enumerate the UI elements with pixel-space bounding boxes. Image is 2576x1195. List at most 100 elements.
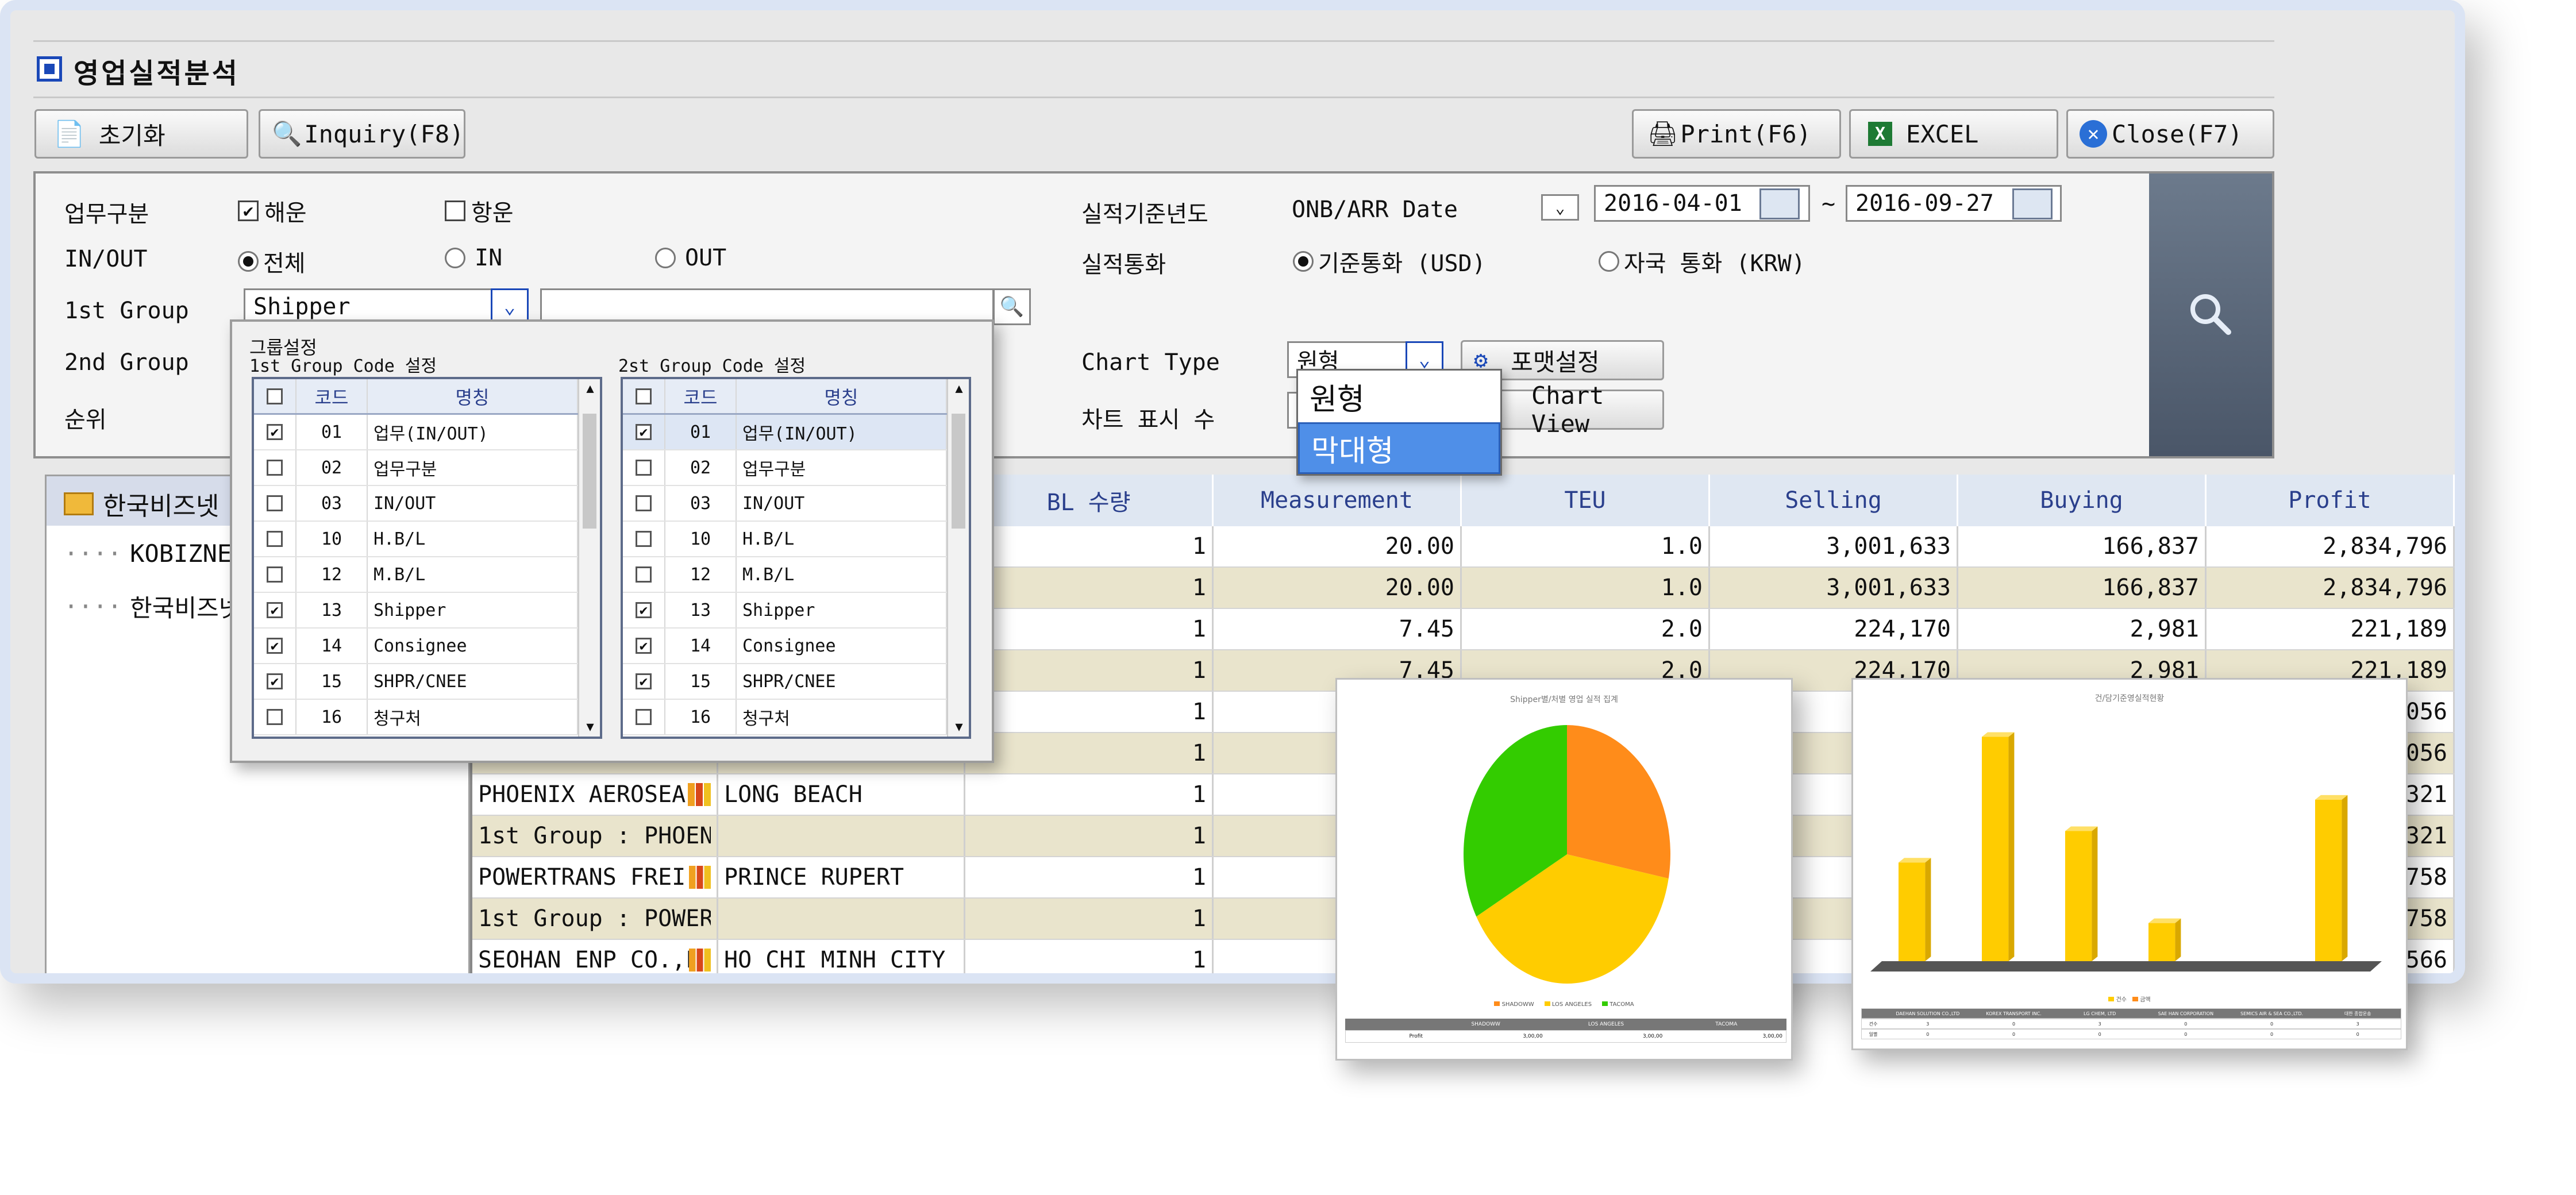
radio[interactable] [1599,251,1619,272]
col-measurement[interactable]: Measurement [1214,475,1462,526]
checkbox[interactable] [445,201,465,221]
list-item[interactable]: ✔ 14 Consignee [623,629,969,664]
checkbox[interactable] [636,709,652,725]
list-item[interactable]: 02 업무구분 [623,450,969,486]
scroll-up-icon[interactable]: ▲ [579,381,601,396]
sea-checkbox[interactable]: ✔ 해운 [238,194,307,228]
select-all-checkbox[interactable] [636,388,652,404]
reset-button[interactable]: 📄 초기화 [34,109,248,159]
format-settings-label: 포맷설정 [1511,348,1600,376]
currency-krw-radio[interactable]: 자국 통화 (KRW) [1599,245,1805,278]
bar-chart-card: 건/담기준영실적현황 건수 금액 DAEHAN SOLUTION CO.,LTD… [1851,678,2408,1050]
currency-usd-radio[interactable]: 기준통화 (USD) [1293,245,1486,278]
checkbox[interactable]: ✔ [267,602,283,618]
print-button[interactable]: 🖨 Print(F6) [1632,109,1841,159]
scrollbar[interactable]: ▲ ▼ [947,379,969,737]
col-profit[interactable]: Profit [2207,475,2455,526]
in-radio[interactable]: IN [445,245,502,271]
list-item[interactable]: 12 M.B/L [623,557,969,593]
checkbox[interactable] [267,709,283,725]
list-item[interactable]: ✔ 01 업무(IN/OUT) [254,415,600,450]
checkbox[interactable]: ✔ [267,638,283,654]
excel-button[interactable]: X EXCEL [1849,109,2058,159]
checkbox[interactable] [636,531,652,547]
table-cell: 1 [965,899,1214,939]
list-item[interactable]: ✔ 13 Shipper [623,593,969,629]
scroll-down-icon[interactable]: ▼ [948,720,970,734]
bar-chart-icon[interactable] [688,949,711,972]
checkbox[interactable]: ✔ [267,673,283,689]
checkbox[interactable]: ✔ [636,673,652,689]
all-radio[interactable]: 전체 [238,245,306,278]
col-selling[interactable]: Selling [1710,475,1958,526]
list-item[interactable]: 10 H.B/L [254,522,600,557]
checkbox[interactable] [636,495,652,511]
title-divider [33,40,2274,42]
tree-root[interactable]: 한국비즈넷 [64,485,219,522]
list-item[interactable]: 10 H.B/L [623,522,969,557]
scrollbar[interactable]: ▲ ▼ [578,379,600,737]
col-buying[interactable]: Buying [1958,475,2207,526]
list-item[interactable]: ✔ 14 Consignee [254,629,600,664]
list-item[interactable]: 03 IN/OUT [623,486,969,522]
radio[interactable] [238,251,259,272]
table-row: 건수 3 0 3 0 0 3 [1861,1019,2401,1029]
cell-text: 1 [1192,699,1206,725]
table-cell: 224,170 [1710,609,1958,649]
cell-text: 1 [1192,823,1206,849]
dropdown-option-pie[interactable]: 원형 [1298,371,1500,422]
list-item[interactable]: 16 청구처 [254,700,600,735]
bar-chart-icon[interactable] [688,866,711,889]
table-cell: KOREX TRANSPORT INC. [1986,1011,2042,1016]
checkbox[interactable]: ✔ [267,424,283,440]
calendar-icon[interactable] [2012,188,2053,219]
search-icon[interactable]: 🔍 [993,288,1031,325]
checkbox[interactable]: ✔ [238,201,259,221]
checkbox[interactable] [636,460,652,476]
col-bl-count[interactable]: BL 수량 [965,475,1214,526]
item-name: 업무(IN/OUT) [368,415,578,449]
item-code: 02 [665,450,737,485]
list-item[interactable]: 16 청구처 [623,700,969,735]
checkbox[interactable] [636,566,652,583]
table-cell: 166,837 [1958,526,2207,566]
list-item[interactable]: 12 M.B/L [254,557,600,593]
date-from-value: 2016-04-01 [1604,190,1742,217]
item-code: 02 [297,450,368,485]
air-checkbox[interactable]: 항운 [445,194,514,228]
list-item[interactable]: 03 IN/OUT [254,486,600,522]
list-item[interactable]: 02 업무구분 [254,450,600,486]
scroll-down-icon[interactable]: ▼ [579,720,601,734]
col-teu[interactable]: TEU [1462,475,1710,526]
search-button[interactable] [2149,174,2272,456]
checkbox[interactable]: ✔ [636,602,652,618]
bar-chart [1870,732,2382,972]
list-item[interactable]: ✔ 13 Shipper [254,593,600,629]
checkbox[interactable] [267,566,283,583]
checkbox[interactable]: ✔ [636,638,652,654]
radio[interactable] [655,248,676,268]
bar-chart-icon[interactable] [688,783,711,806]
radio[interactable] [445,248,465,268]
calendar-icon[interactable] [1759,188,1800,219]
inquiry-button[interactable]: 🔍 Inquiry(F8) [259,109,465,159]
close-button[interactable]: ✕ Close(F7) [2066,109,2274,159]
table-cell: 0 [2012,1021,2016,1027]
folder-icon [64,492,94,515]
checkbox[interactable]: ✔ [636,424,652,440]
checkbox[interactable] [267,531,283,547]
list-item[interactable]: ✔ 15 SHPR/CNEE [254,664,600,700]
select-all-checkbox[interactable] [267,388,283,404]
checkbox[interactable] [267,495,283,511]
dropdown-option-bar[interactable]: 막대형 [1298,422,1500,474]
checkbox[interactable] [267,460,283,476]
date-type-dropdown[interactable]: ⌄ [1541,194,1579,221]
radio[interactable] [1293,251,1314,272]
out-radio[interactable]: OUT [655,245,726,271]
list-item[interactable]: ✔ 15 SHPR/CNEE [623,664,969,700]
table-cell: 1st Group : PHOENIX [472,816,718,856]
tree-item[interactable]: ···· 한국비즈넷[ [64,589,256,624]
list-item[interactable]: ✔ 01 업무(IN/OUT) [623,415,969,450]
bar-side [2008,732,2015,961]
scroll-up-icon[interactable]: ▲ [948,381,970,396]
